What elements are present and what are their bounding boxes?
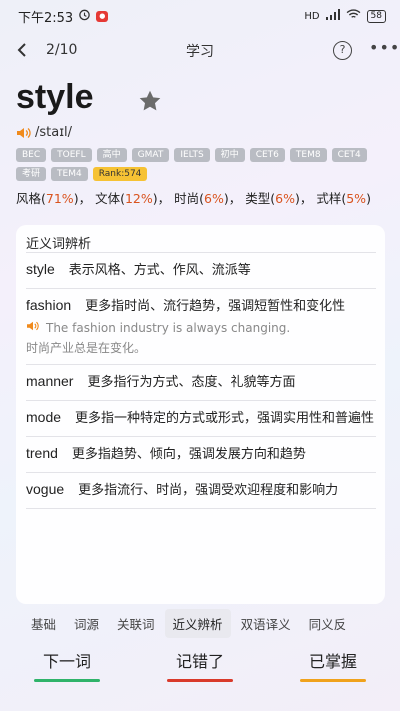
list-item: trend 更多指趋势、倾向，强调发展方向和趋势 — [26, 436, 376, 472]
synonym-word[interactable]: manner — [26, 373, 73, 389]
card-title: 近义词辨析 — [26, 237, 92, 252]
sense-separator: )， — [223, 191, 242, 206]
exam-tag: GMAT — [131, 148, 170, 162]
status-bar: 下午2:53 ● HD 58 — [0, 0, 400, 32]
exam-tag: IELTS — [174, 148, 210, 162]
synonym-word[interactable]: mode — [26, 409, 61, 425]
phonetic-row: /staɪl/ — [16, 125, 72, 140]
mastered-button[interactable]: 已掌握 — [283, 648, 383, 688]
alarm-icon — [78, 8, 91, 25]
sense-percent: 6% — [204, 191, 224, 206]
synonym-desc: 更多指流行、时尚，强调受欢迎程度和影响力 — [78, 483, 339, 498]
synonym-card: 近义词辨析 style 表示风格、方式、作风、流派等 fashion 更多指时尚、流… — [16, 225, 385, 604]
next-word-label: 下一词 — [42, 652, 91, 671]
headword: style — [16, 78, 94, 116]
wrong-button[interactable]: 记错了 — [150, 648, 250, 688]
list-item: style 表示风格、方式、作风、流派等 — [26, 252, 376, 288]
mastered-underline — [300, 679, 366, 682]
favorite-star-icon[interactable] — [137, 88, 163, 114]
exam-tag: TEM4 — [51, 167, 88, 181]
next-word-button[interactable]: 下一词 — [17, 648, 117, 688]
notification-badge-icon: ● — [96, 10, 109, 22]
mastered-label: 已掌握 — [308, 652, 357, 671]
sense-frequency: 风格(71%)， 文体(12%)， 时尚(6%)， 类型(6%)， 式样(5%) — [16, 188, 371, 207]
tab-etymology[interactable]: 词源 — [66, 609, 107, 638]
synonym-word[interactable]: style — [26, 261, 55, 277]
synonym-word[interactable]: trend — [26, 445, 58, 461]
section-tabs: 基础 词源 关联词 近义辨析 双语译义 同义反 — [0, 608, 400, 638]
sense-label: 类型( — [245, 191, 276, 206]
signal-icon — [325, 9, 340, 23]
exam-tag: TEM8 — [289, 148, 327, 162]
rank-badge: Rank:574 — [92, 167, 148, 181]
sense-separator: )， — [73, 191, 92, 206]
exam-tag: BEC — [16, 148, 47, 162]
phonetic-text: /staɪl/ — [35, 125, 73, 140]
sense-label: 风格( — [16, 191, 46, 206]
exam-tag: 初中 — [214, 148, 245, 162]
help-icon[interactable]: ? — [333, 41, 352, 60]
sense-percent: 6% — [275, 191, 295, 206]
more-icon[interactable]: ••• — [369, 38, 400, 57]
exam-tags: BEC TOEFL 高中 GMAT IELTS 初中 CET6 TEM8 CET… — [16, 148, 388, 181]
pronunciation-speaker-icon[interactable] — [16, 126, 32, 140]
synonym-desc: 表示风格、方式、作风、流派等 — [68, 263, 251, 278]
sense-label: 时尚( — [174, 191, 205, 206]
synonym-desc: 更多指一种特定的方式或形式，强调实用性和普遍性 — [75, 411, 375, 426]
list-item: vogue 更多指流行、时尚，强调受欢迎程度和影响力 — [26, 472, 376, 509]
list-item: manner 更多指行为方式、态度、礼貌等方面 — [26, 364, 376, 400]
exam-tag: CET6 — [249, 148, 285, 162]
example-sentence: The fashion industry is always changing. — [26, 318, 376, 338]
top-nav: 2/10 学习 ? ••• — [0, 36, 400, 66]
example-speaker-icon[interactable] — [26, 318, 40, 338]
tab-basic[interactable]: 基础 — [0, 609, 64, 638]
synonym-word[interactable]: vogue — [26, 481, 64, 497]
synonym-desc: 更多指趋势、倾向，强调发展方向和趋势 — [71, 447, 306, 462]
sense-separator: ) — [366, 191, 371, 206]
sense-label: 文体( — [95, 191, 125, 206]
sense-percent: 71% — [45, 191, 74, 206]
sense-separator: )， — [294, 191, 313, 206]
wrong-underline — [167, 679, 233, 682]
sense-label: 式样( — [316, 191, 347, 206]
back-chevron-icon[interactable] — [16, 40, 36, 62]
exam-tag: CET4 — [331, 148, 367, 162]
sense-separator: )， — [152, 191, 171, 206]
wifi-icon — [346, 9, 361, 23]
network-label: HD — [304, 10, 320, 22]
example-translation: 时尚产业总是在变化。 — [26, 341, 147, 355]
tab-related[interactable]: 关联词 — [109, 609, 163, 638]
synonym-word[interactable]: fashion — [26, 297, 71, 313]
tab-antonyms[interactable]: 同义反 — [301, 609, 355, 638]
wrong-label: 记错了 — [175, 652, 224, 671]
exam-tag: 高中 — [96, 148, 127, 162]
tab-synonym-analysis[interactable]: 近义辨析 — [164, 608, 231, 638]
example-english: The fashion industry is always changing. — [46, 321, 291, 335]
sense-percent: 5% — [346, 191, 367, 206]
next-word-underline — [34, 679, 100, 682]
tab-bilingual[interactable]: 双语译义 — [233, 609, 299, 638]
exam-tag: TOEFL — [51, 148, 92, 162]
list-item: fashion 更多指时尚、流行趋势，强调短暂性和变化性 The fashion … — [26, 288, 376, 364]
bottom-actions: 下一词 记错了 已掌握 — [0, 648, 400, 688]
exam-tag: 考研 — [16, 167, 47, 181]
sense-percent: 12% — [124, 191, 153, 206]
page-counter: 2/10 — [46, 42, 78, 58]
synonym-desc: 更多指时尚、流行趋势，强调短暂性和变化性 — [85, 299, 346, 314]
synonym-list: style 表示风格、方式、作风、流派等 fashion 更多指时尚、流行趋势，强调… — [26, 252, 376, 509]
status-time: 下午2:53 — [18, 10, 74, 26]
synonym-desc: 更多指行为方式、态度、礼貌等方面 — [87, 375, 296, 390]
battery-icon: 58 — [366, 9, 386, 23]
list-item: mode 更多指一种特定的方式或形式，强调实用性和普遍性 — [26, 400, 376, 436]
